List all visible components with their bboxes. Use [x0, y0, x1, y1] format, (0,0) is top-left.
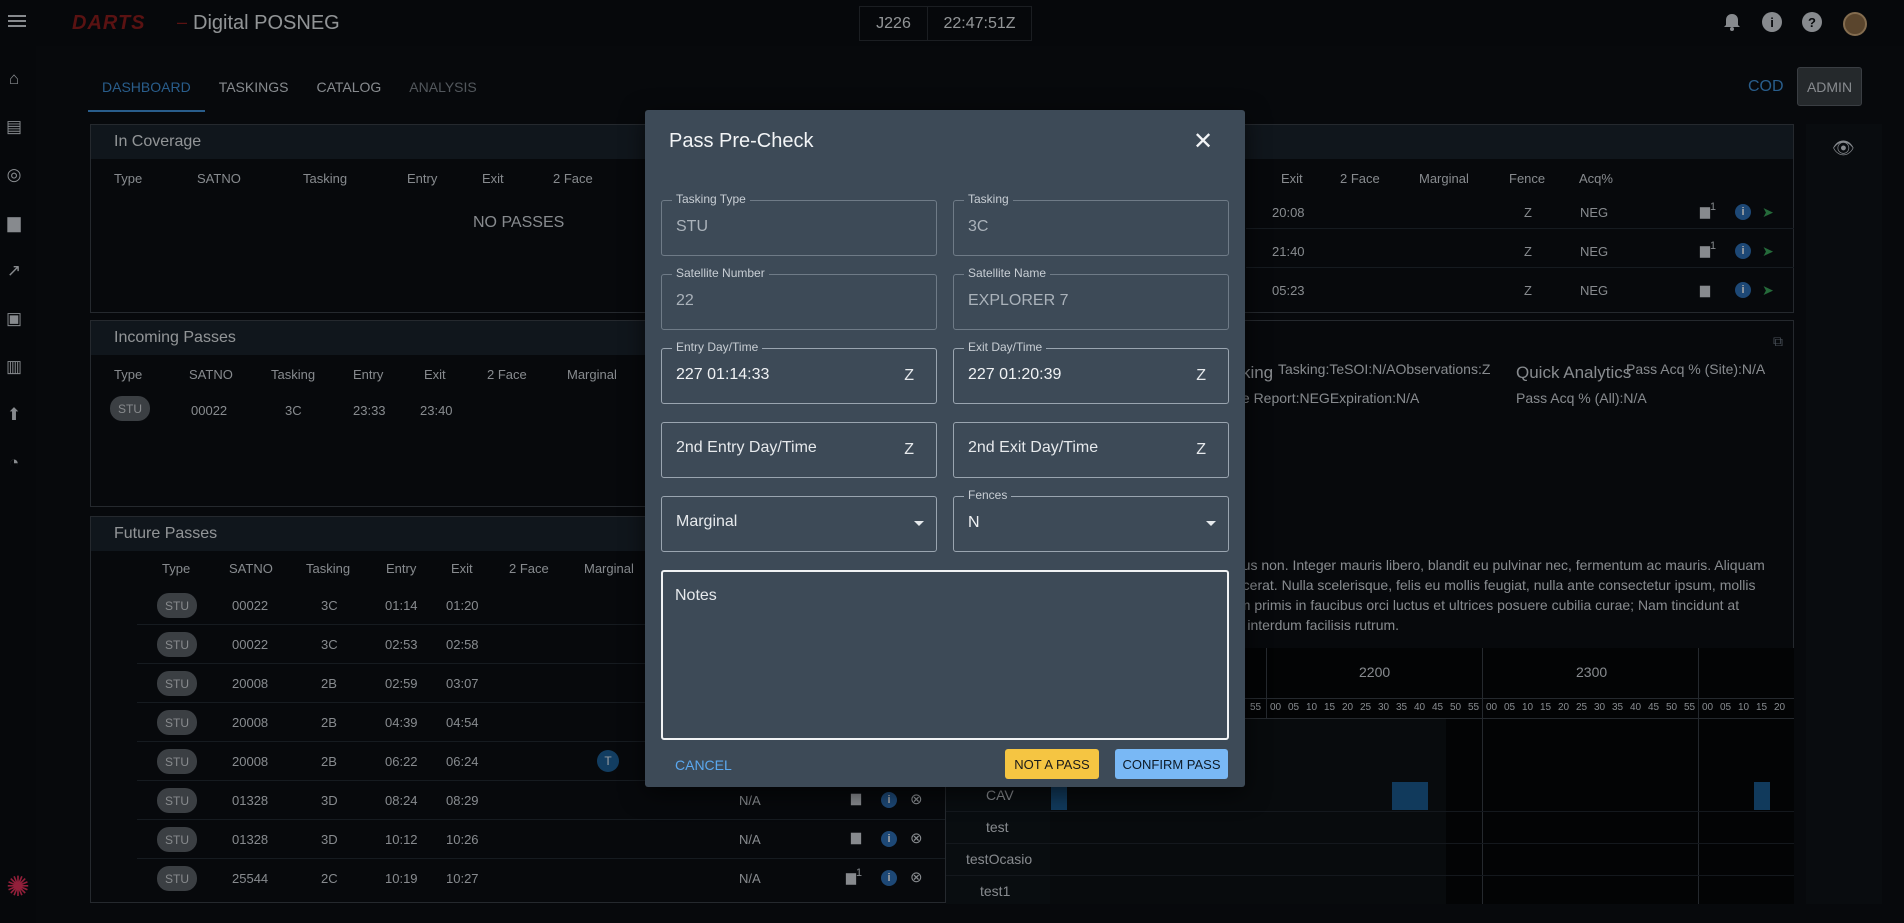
field-value: 227 01:20:39 [968, 366, 1062, 383]
zone-suffix: Z [904, 367, 914, 384]
field-value: STU [676, 218, 708, 235]
pass-precheck-dialog: Pass Pre-Check ✕ Tasking Type STU Taskin… [645, 110, 1245, 787]
field-label: Satellite Name [964, 266, 1051, 280]
field-value: 22 [676, 292, 694, 309]
cancel-button[interactable]: CANCEL [675, 757, 732, 773]
close-icon[interactable]: ✕ [1191, 130, 1215, 154]
field-label: Tasking [964, 192, 1013, 206]
chevron-down-icon [1206, 521, 1216, 526]
zone-suffix: Z [904, 441, 914, 458]
second-entry-field[interactable]: 2nd Entry Day/Time Z [661, 422, 937, 478]
satellite-number-field: Satellite Number 22 [661, 266, 937, 330]
tasking-type-field: Tasking Type STU [661, 192, 937, 256]
field-label: Tasking Type [672, 192, 750, 206]
field-placeholder: Marginal [676, 513, 738, 530]
entry-datetime-field[interactable]: Entry Day/Time 227 01:14:33 Z [661, 340, 937, 404]
marginal-select[interactable]: Marginal [661, 496, 937, 552]
satellite-name-field: Satellite Name EXPLORER 7 [953, 266, 1229, 330]
field-label: Fences [964, 488, 1012, 502]
fences-select[interactable]: Fences N [953, 488, 1229, 552]
not-a-pass-button[interactable]: NOT A PASS [1005, 749, 1099, 779]
dialog-title: Pass Pre-Check [669, 130, 814, 152]
field-value: 3C [968, 218, 989, 235]
field-label: Exit Day/Time [964, 340, 1047, 354]
field-placeholder: Notes [675, 587, 717, 604]
second-exit-field[interactable]: 2nd Exit Day/Time Z [953, 422, 1229, 478]
field-label: Satellite Number [672, 266, 769, 280]
field-placeholder: 2nd Exit Day/Time [968, 439, 1099, 456]
exit-datetime-field[interactable]: Exit Day/Time 227 01:20:39 Z [953, 340, 1229, 404]
zone-suffix: Z [1196, 441, 1206, 458]
field-value: N [968, 514, 980, 531]
field-placeholder: 2nd Entry Day/Time [676, 439, 817, 456]
tasking-field: Tasking 3C [953, 192, 1229, 256]
zone-suffix: Z [1196, 367, 1206, 384]
chevron-down-icon [914, 521, 924, 526]
field-value: EXPLORER 7 [968, 292, 1069, 309]
notes-textarea[interactable]: Notes [661, 570, 1229, 740]
confirm-pass-button[interactable]: CONFIRM PASS [1115, 749, 1228, 779]
field-value: 227 01:14:33 [676, 366, 770, 383]
field-label: Entry Day/Time [672, 340, 763, 354]
